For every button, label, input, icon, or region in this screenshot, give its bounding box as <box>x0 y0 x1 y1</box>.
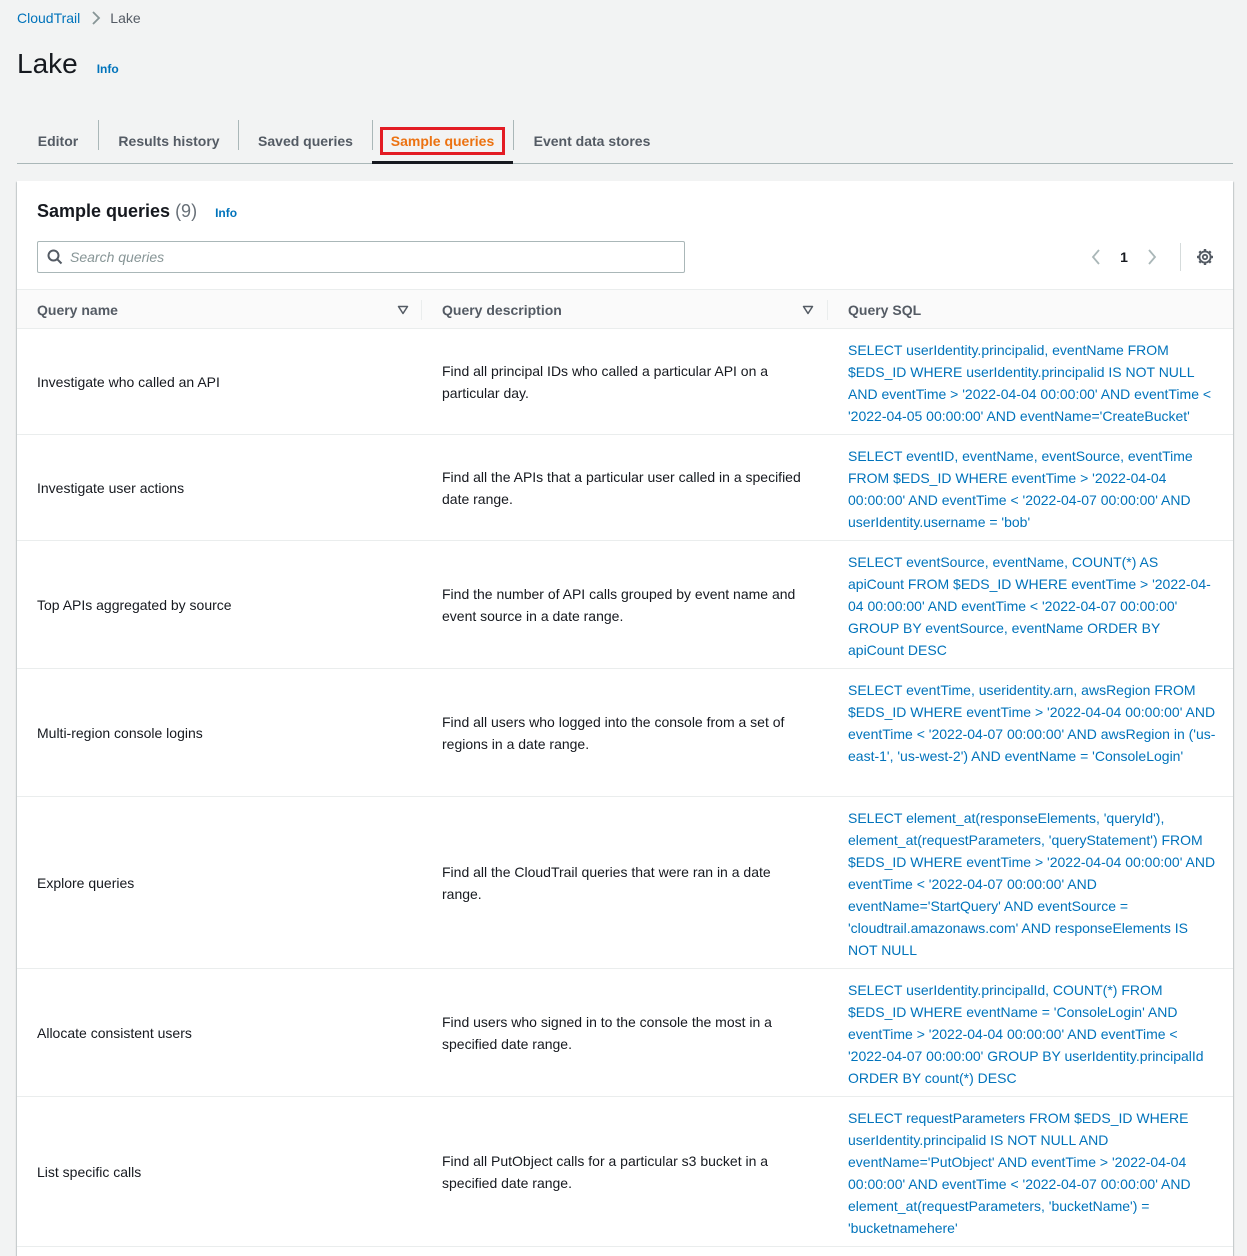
query-name: Investigate who called an API <box>37 373 220 390</box>
query-sql-link[interactable]: SELECT eventTime, useridentity.arn, awsR… <box>848 679 1218 767</box>
tab-results-history[interactable]: Results history <box>99 118 239 163</box>
column-header-query-name[interactable]: Query name <box>37 290 118 329</box>
query-description: Find users who signed in to the console … <box>442 1013 772 1052</box>
chevron-right-icon[interactable] <box>1138 243 1166 271</box>
tab-label: Sample queries <box>379 126 506 155</box>
panel-header: Sample queries (9) Info <box>37 201 237 222</box>
panel-info-link[interactable]: Info <box>215 206 237 220</box>
query-sql-link[interactable]: SELECT eventSource, eventName, COUNT(*) … <box>848 551 1218 661</box>
column-divider <box>421 300 422 320</box>
query-description: Find all PutObject calls for a particula… <box>442 1152 769 1191</box>
panel-title: Sample queries <box>37 201 171 221</box>
query-name: List specific calls <box>37 1163 142 1180</box>
search-icon <box>47 249 63 265</box>
page-title: Lake <box>17 48 78 79</box>
settings-icon[interactable] <box>1191 243 1219 271</box>
pager-divider <box>1180 243 1181 271</box>
page-header: Lake Info <box>17 46 119 82</box>
page-info-link[interactable]: Info <box>97 62 119 76</box>
breadcrumb-cloudtrail-link[interactable]: CloudTrail <box>17 10 80 26</box>
table-row[interactable]: List specific calls Find all PutObject c… <box>17 1097 1233 1247</box>
sample-queries-panel: Sample queries (9) Info 1 <box>17 181 1233 1256</box>
column-header-query-description[interactable]: Query description <box>442 290 562 329</box>
tab-event-data-stores[interactable]: Event data stores <box>513 118 671 163</box>
tab-label: Event data stores <box>533 132 651 149</box>
table-row[interactable]: Top APIs aggregated by source Find the n… <box>17 541 1233 669</box>
tab-label: Results history <box>118 132 220 149</box>
query-name: Investigate user actions <box>37 479 185 496</box>
sort-caret-icon[interactable] <box>397 303 409 315</box>
query-sql-link[interactable]: SELECT userIdentity.principalId, COUNT(*… <box>848 979 1218 1089</box>
tab-bar: Editor Results history Saved queries Sam… <box>17 118 1233 164</box>
panel-count: (9) <box>175 201 198 221</box>
query-name: Multi-region console logins <box>37 724 203 741</box>
tab-label: Saved queries <box>258 132 353 149</box>
column-header-query-sql: Query SQL <box>848 301 922 318</box>
tab-label: Editor <box>37 132 79 149</box>
query-description: Find all users who logged into the conso… <box>442 713 785 752</box>
column-divider <box>827 300 828 320</box>
tab-editor[interactable]: Editor <box>17 118 99 163</box>
tab-saved-queries[interactable]: Saved queries <box>239 118 372 163</box>
chevron-left-icon[interactable] <box>1082 243 1110 271</box>
search-field[interactable] <box>37 241 685 273</box>
table-row[interactable]: Investigate who called an API Find all p… <box>17 329 1233 435</box>
table-body: Investigate who called an API Find all p… <box>17 329 1233 1247</box>
query-name: Explore queries <box>37 874 135 891</box>
sort-caret-icon[interactable] <box>802 303 814 315</box>
table-row[interactable]: Multi-region console logins Find all use… <box>17 669 1233 797</box>
query-sql-link[interactable]: SELECT element_at(responseElements, 'que… <box>848 807 1218 961</box>
breadcrumb: CloudTrail Lake <box>17 9 141 27</box>
pagination: 1 <box>1082 242 1219 272</box>
query-sql-link[interactable]: SELECT eventID, eventName, eventSource, … <box>848 445 1218 533</box>
query-description: Find all principal IDs who called a part… <box>442 362 769 401</box>
table-header: Query name Query description Query SQL <box>17 289 1233 329</box>
search-input[interactable] <box>70 249 650 265</box>
breadcrumb-current: Lake <box>110 10 141 26</box>
query-description: Find all the APIs that a particular user… <box>442 468 801 507</box>
page-number[interactable]: 1 <box>1110 249 1138 265</box>
chevron-right-icon <box>91 11 101 25</box>
query-description: Find all the CloudTrail queries that wer… <box>442 863 771 902</box>
query-name: Allocate consistent users <box>37 1024 192 1041</box>
query-name: Top APIs aggregated by source <box>37 596 232 613</box>
query-sql-link[interactable]: SELECT requestParameters FROM $EDS_ID WH… <box>848 1107 1218 1239</box>
table-row[interactable]: Allocate consistent users Find users who… <box>17 969 1233 1097</box>
active-tab-indicator <box>372 161 513 164</box>
table-row[interactable]: Explore queries Find all the CloudTrail … <box>17 797 1233 969</box>
query-sql-link[interactable]: SELECT userIdentity.principalid, eventNa… <box>848 339 1218 427</box>
tab-sample-queries[interactable]: Sample queries <box>372 118 513 163</box>
table-row[interactable]: Investigate user actions Find all the AP… <box>17 435 1233 541</box>
query-description: Find the number of API calls grouped by … <box>442 585 796 624</box>
